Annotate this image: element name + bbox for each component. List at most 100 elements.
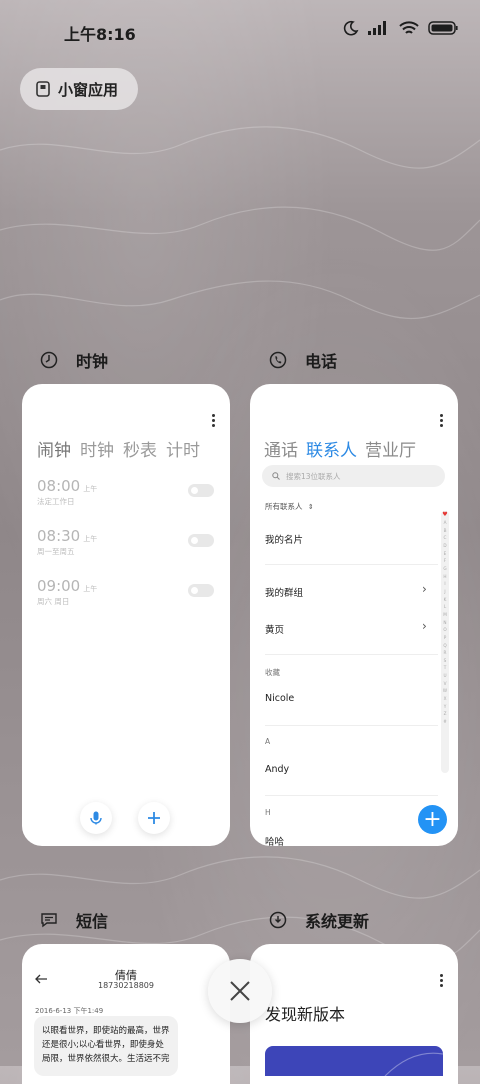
alarm-ampm: 上午 (83, 535, 98, 543)
more-options-icon[interactable] (440, 974, 444, 989)
index-letter[interactable]: M (441, 611, 449, 619)
all-contacts-label: 所有联系人 (265, 502, 303, 511)
divider (265, 725, 438, 726)
tab-clock[interactable]: 时钟 (80, 436, 114, 461)
alarm-toggle[interactable] (188, 534, 214, 547)
index-letter[interactable]: I (441, 580, 449, 588)
chevron-right-icon: › (422, 619, 427, 633)
yellow-pages-item[interactable]: 黄页 (265, 622, 284, 636)
plus-icon (148, 812, 160, 824)
new-version-heading: 发现新版本 (265, 1005, 346, 1024)
clock-app-title: 时钟 (76, 352, 109, 371)
message-bubble[interactable]: 以眼看世界，即使站的最高，世界还是很小;以心看世界，即使身处局限，世界依然很大。… (34, 1016, 178, 1076)
index-letter[interactable]: S (441, 657, 449, 665)
clock-app-icon (40, 351, 58, 369)
phone-app-header: 电话 (269, 348, 337, 372)
add-contact-button[interactable]: + (418, 805, 447, 834)
message-app-icon (41, 913, 57, 928)
index-letter[interactable]: U (441, 672, 449, 680)
index-letter[interactable]: K (441, 596, 449, 604)
index-letter[interactable]: G (441, 565, 449, 573)
tab-stopwatch[interactable]: 秒表 (123, 436, 157, 461)
chevron-right-icon: › (422, 582, 427, 596)
index-letter[interactable]: W (441, 687, 449, 695)
alphabet-index-bar[interactable]: ♥ A B C D E F G H I J K L M N O P Q R S T U V W X Y Z # (441, 511, 449, 773)
wifi-icon (399, 20, 419, 34)
banner-wave-decoration (384, 1052, 443, 1076)
message-date: 2016-6-13 下午1:49 (35, 1007, 104, 1015)
index-letter[interactable]: O (441, 626, 449, 634)
alarm-repeat-label: 周一至周五 (37, 547, 75, 556)
index-letter[interactable]: V (441, 680, 449, 688)
signal-icon (368, 21, 386, 35)
alarm-time: 08:00 (37, 477, 81, 495)
tab-alarm[interactable]: 闹钟 (37, 436, 71, 461)
phone-app-icon (269, 351, 287, 369)
alarm-ampm: 上午 (83, 585, 98, 593)
phone-tabs: 通话 联系人 营业厅 (264, 436, 416, 461)
clock-tabs: 闹钟 时钟 秒表 计时 (37, 436, 200, 461)
index-letter[interactable]: Z (441, 710, 449, 718)
voice-alarm-button[interactable] (80, 802, 112, 834)
section-header-a: A (265, 737, 271, 746)
clear-all-button[interactable] (208, 959, 272, 1023)
tab-timer[interactable]: 计时 (166, 436, 200, 461)
contact-item[interactable]: Nicole (265, 693, 294, 704)
tab-contacts[interactable]: 联系人 (306, 436, 357, 461)
contact-item[interactable]: Andy (265, 764, 289, 775)
index-letter[interactable]: F (441, 557, 449, 565)
index-letter[interactable]: N (441, 619, 449, 627)
status-time: 上午8:16 (64, 25, 136, 44)
heart-icon: ♥ (442, 511, 448, 518)
index-letter[interactable]: Y (441, 703, 449, 711)
more-options-icon[interactable] (440, 414, 444, 429)
index-letter[interactable]: B (441, 527, 449, 535)
floating-window-icon (36, 81, 50, 97)
my-groups-item[interactable]: 我的群组 (265, 585, 303, 599)
tab-service-hall[interactable]: 营业厅 (365, 436, 416, 461)
my-card-item[interactable]: 我的名片 (265, 532, 303, 546)
alarm-toggle[interactable] (188, 584, 214, 597)
index-letter[interactable]: # (441, 718, 449, 726)
index-letter[interactable]: P (441, 634, 449, 642)
contact-search-input[interactable]: 搜索13位联系人 (262, 465, 445, 487)
clock-app-card[interactable]: 闹钟 时钟 秒表 计时 08:00 上午 法定工作日 08:30 上午 周一至周五 … (22, 384, 230, 846)
phone-app-card[interactable]: 通话 联系人 营业厅 搜索13位联系人 所有联系人 ⇕ 我的名片 我的群组 › … (250, 384, 458, 846)
update-app-card[interactable]: 发现新版本 (250, 944, 458, 1084)
index-letter[interactable]: C (441, 534, 449, 542)
alarm-ampm: 上午 (83, 485, 98, 493)
sort-arrows-icon: ⇕ (307, 503, 314, 511)
index-letter[interactable]: T (441, 664, 449, 672)
divider (265, 564, 438, 565)
divider (265, 795, 438, 796)
contact-item[interactable]: 哈哈 (265, 834, 284, 846)
index-letter[interactable]: H (441, 573, 449, 581)
clock-app-header: 时钟 (40, 348, 108, 372)
tab-calls[interactable]: 通话 (264, 436, 298, 461)
more-options-icon[interactable] (212, 414, 216, 429)
favorites-section-label: 收藏 (265, 668, 280, 677)
do-not-disturb-moon-icon (343, 20, 359, 36)
index-letter[interactable]: J (441, 588, 449, 596)
index-letter[interactable]: Q (441, 642, 449, 650)
sms-app-card[interactable]: 倩倩 18730218809 2016-6-13 下午1:49 以眼看世界，即使… (22, 944, 230, 1084)
phone-app-title: 电话 (305, 352, 338, 371)
search-icon (272, 472, 280, 480)
index-letter[interactable]: X (441, 695, 449, 703)
battery-icon (428, 21, 458, 35)
alarm-toggle[interactable] (188, 484, 214, 497)
status-icons (343, 20, 458, 36)
index-letter[interactable]: D (441, 542, 449, 550)
floating-window-apps-button[interactable]: 小窗应用 (20, 68, 138, 110)
contact-search-placeholder: 搜索13位联系人 (286, 471, 341, 481)
system-update-app-icon (269, 911, 287, 929)
index-letter[interactable]: A (441, 519, 449, 527)
index-letter[interactable]: L (441, 603, 449, 611)
index-letter[interactable]: R (441, 649, 449, 657)
sms-app-header: 短信 (40, 908, 108, 932)
divider (265, 654, 438, 655)
all-contacts-filter[interactable]: 所有联系人 ⇕ (265, 501, 314, 512)
index-letter[interactable]: E (441, 550, 449, 558)
add-contact-plus: + (423, 806, 442, 832)
add-alarm-button[interactable] (138, 802, 170, 834)
